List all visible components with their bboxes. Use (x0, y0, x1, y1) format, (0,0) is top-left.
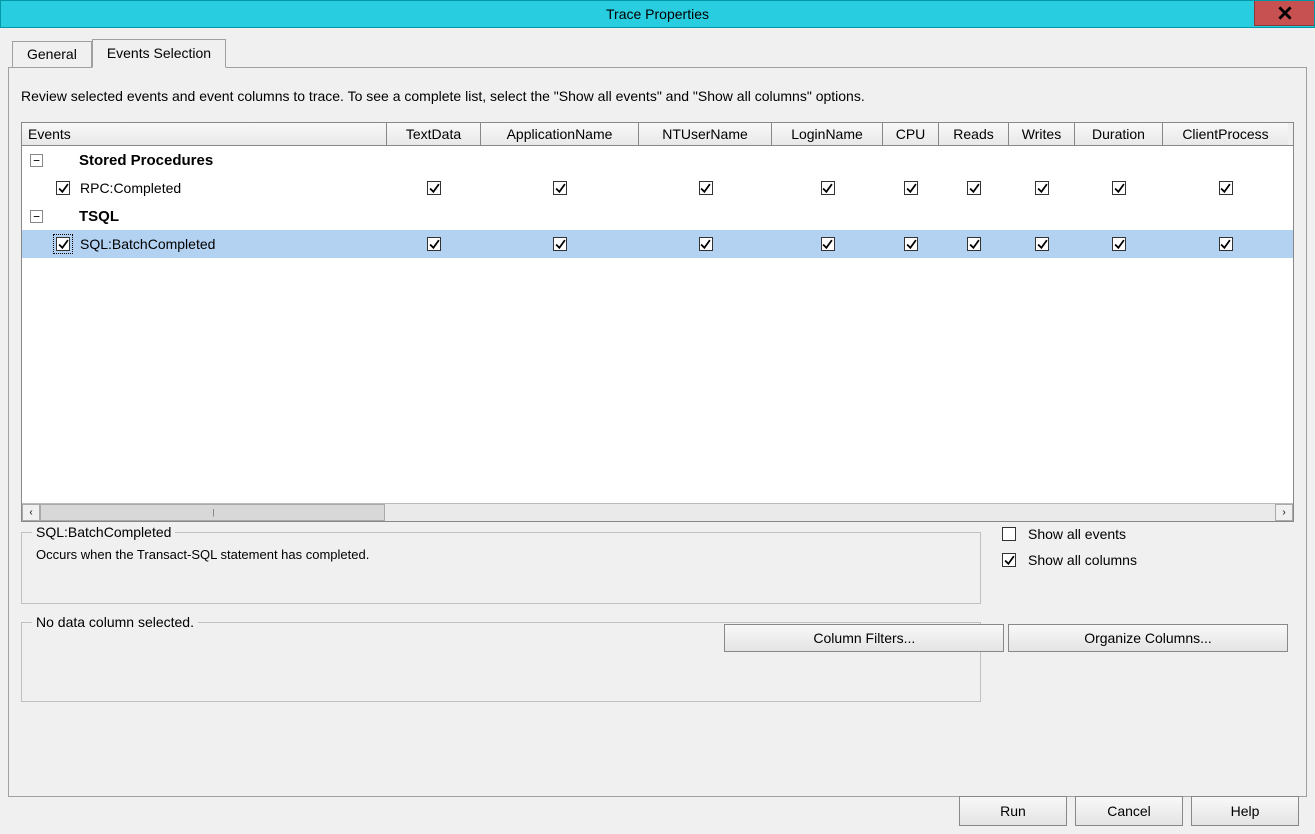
cell-checkbox[interactable] (1112, 181, 1126, 195)
close-button[interactable] (1254, 1, 1314, 26)
side-buttons: Column Filters... Organize Columns... (724, 624, 1288, 658)
run-button[interactable]: Run (959, 796, 1067, 826)
cell-checkbox[interactable] (699, 237, 713, 251)
scroll-thumb[interactable]: ||| (40, 504, 385, 521)
event-checkbox[interactable] (56, 181, 70, 195)
col-header-ntusername[interactable]: NTUserName (639, 123, 772, 145)
cell-checkbox[interactable] (1035, 237, 1049, 251)
dialog-buttons: Run Cancel Help (959, 796, 1299, 826)
category-label: Stored Procedures (79, 152, 213, 169)
cell-checkbox[interactable] (427, 181, 441, 195)
category-label: TSQL (79, 208, 119, 225)
instructions-text: Review selected events and event columns… (21, 88, 1294, 104)
show-all-events-option[interactable]: Show all events (1002, 526, 1282, 542)
col-header-events[interactable]: Events (22, 123, 387, 145)
show-all-columns-option[interactable]: Show all columns (1002, 552, 1282, 568)
cell-checkbox[interactable] (1035, 181, 1049, 195)
event-name: RPC:Completed (80, 180, 181, 196)
event-row-rpccompleted[interactable]: RPC:Completed (22, 174, 1293, 202)
options-panel: Show all events Show all columns (1002, 526, 1282, 578)
cell-checkbox[interactable] (427, 237, 441, 251)
scroll-right-button[interactable]: › (1275, 504, 1293, 521)
cell-checkbox[interactable] (821, 181, 835, 195)
close-icon (1278, 6, 1292, 20)
event-row-sqlbatchcompleted[interactable]: SQL:BatchCompleted (22, 230, 1293, 258)
tab-general[interactable]: General (12, 41, 92, 70)
col-header-duration[interactable]: Duration (1075, 123, 1163, 145)
column-filters-button[interactable]: Column Filters... (724, 624, 1004, 652)
cell-checkbox[interactable] (904, 181, 918, 195)
cell-checkbox[interactable] (1219, 237, 1233, 251)
titlebar: Trace Properties (0, 0, 1315, 28)
event-description-group: SQL:BatchCompleted Occurs when the Trans… (21, 532, 981, 604)
column-description-title: No data column selected. (32, 614, 198, 630)
show-all-events-checkbox[interactable] (1002, 527, 1016, 541)
col-header-loginname[interactable]: LoginName (772, 123, 883, 145)
collapse-toggle[interactable]: − (30, 154, 43, 167)
event-name: SQL:BatchCompleted (80, 236, 215, 252)
cell-checkbox[interactable] (967, 181, 981, 195)
cancel-button[interactable]: Cancel (1075, 796, 1183, 826)
scroll-left-button[interactable]: ‹ (22, 504, 40, 521)
events-grid: Events TextData ApplicationName NTUserNa… (21, 122, 1294, 522)
cell-checkbox[interactable] (553, 237, 567, 251)
col-header-clientprocess[interactable]: ClientProcess (1163, 123, 1288, 145)
collapse-toggle[interactable]: − (30, 210, 43, 223)
window-title: Trace Properties (606, 6, 709, 22)
cell-checkbox[interactable] (1112, 237, 1126, 251)
show-all-columns-label: Show all columns (1028, 552, 1137, 568)
tab-content: Review selected events and event columns… (8, 67, 1307, 797)
dialog-body: General Events Selection Review selected… (0, 28, 1315, 834)
cell-checkbox[interactable] (699, 181, 713, 195)
show-all-columns-checkbox[interactable] (1002, 553, 1016, 567)
cell-checkbox[interactable] (821, 237, 835, 251)
grid-header: Events TextData ApplicationName NTUserNa… (22, 123, 1293, 146)
category-row: − Stored Procedures (22, 146, 1293, 174)
col-header-reads[interactable]: Reads (939, 123, 1009, 145)
cell-checkbox[interactable] (904, 237, 918, 251)
organize-columns-button[interactable]: Organize Columns... (1008, 624, 1288, 652)
category-row: − TSQL (22, 202, 1293, 230)
help-button[interactable]: Help (1191, 796, 1299, 826)
event-description-title: SQL:BatchCompleted (32, 524, 175, 540)
event-description-text: Occurs when the Transact-SQL statement h… (36, 547, 369, 562)
col-header-cpu[interactable]: CPU (883, 123, 939, 145)
show-all-events-label: Show all events (1028, 526, 1126, 542)
event-checkbox[interactable] (56, 237, 70, 251)
cell-checkbox[interactable] (553, 181, 567, 195)
col-header-writes[interactable]: Writes (1009, 123, 1075, 145)
tab-events-selection[interactable]: Events Selection (92, 39, 226, 68)
col-header-applicationname[interactable]: ApplicationName (481, 123, 639, 145)
horizontal-scrollbar[interactable]: ‹ ||| › (22, 503, 1293, 521)
col-header-textdata[interactable]: TextData (387, 123, 481, 145)
cell-checkbox[interactable] (1219, 181, 1233, 195)
scroll-track[interactable]: ||| (40, 504, 1275, 521)
tabs: General Events Selection (12, 38, 1307, 67)
cell-checkbox[interactable] (967, 237, 981, 251)
grid-body: − Stored Procedures RPC:Completed (22, 146, 1293, 503)
